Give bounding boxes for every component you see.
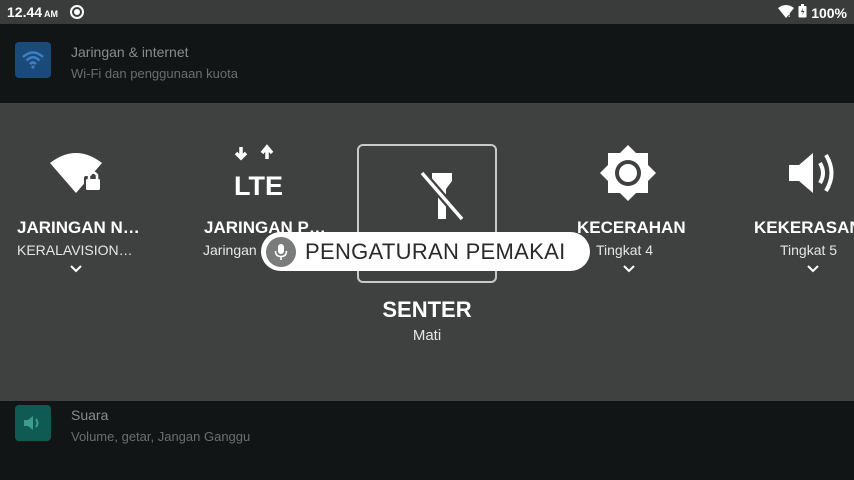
settings-row-subtitle: Volume, getar, Jangan Ganggu [71, 429, 251, 444]
settings-row-network[interactable]: Jaringan & internet Wi-Fi dan penggunaan… [0, 24, 854, 102]
tile-sub: Mati [412, 327, 442, 344]
wifi-icon [15, 42, 51, 78]
battery-percent: 100% [811, 4, 847, 21]
battery-icon [798, 4, 807, 21]
svg-text:LTE: LTE [234, 171, 283, 201]
tile-label: KECERAHAN [577, 218, 686, 237]
mic-icon [266, 236, 296, 267]
wifi-status-icon: ! [778, 4, 795, 21]
lte-icon: LTE [234, 144, 283, 201]
clock: 12.44 AM [7, 4, 59, 20]
tile-sub: Jaringan [203, 242, 257, 258]
toast-text: PENGATURAN PEMAKAI [305, 238, 566, 264]
volume-icon [789, 153, 834, 193]
volume-icon [15, 405, 51, 441]
svg-text:!: ! [788, 12, 790, 18]
wifi-lock-icon [50, 153, 102, 193]
chevron-down-icon[interactable] [69, 264, 83, 274]
notification-icon [69, 4, 85, 23]
tile-sub: KERALAVISION… [17, 242, 133, 258]
tile-sub: Tingkat 4 [596, 242, 654, 258]
tile-label: JARINGAN N… [17, 218, 140, 237]
brightness-icon [600, 145, 656, 201]
settings-row-title: Suara [71, 407, 109, 423]
chevron-down-icon[interactable] [622, 264, 636, 274]
voice-toast: PENGATURAN PEMAKAI [261, 232, 590, 271]
tile-label: KEKERASAN [754, 218, 854, 237]
settings-row-title: Jaringan & internet [71, 44, 189, 60]
tile-label: SENTER [382, 297, 472, 322]
settings-row-subtitle: Wi-Fi dan penggunaan kuota [71, 66, 238, 81]
chevron-down-icon[interactable] [806, 264, 820, 274]
tile-sub: Tingkat 5 [780, 242, 838, 258]
flashlight-off-icon [418, 170, 466, 222]
status-bar: 12.44 AM ! 100% [0, 0, 854, 24]
